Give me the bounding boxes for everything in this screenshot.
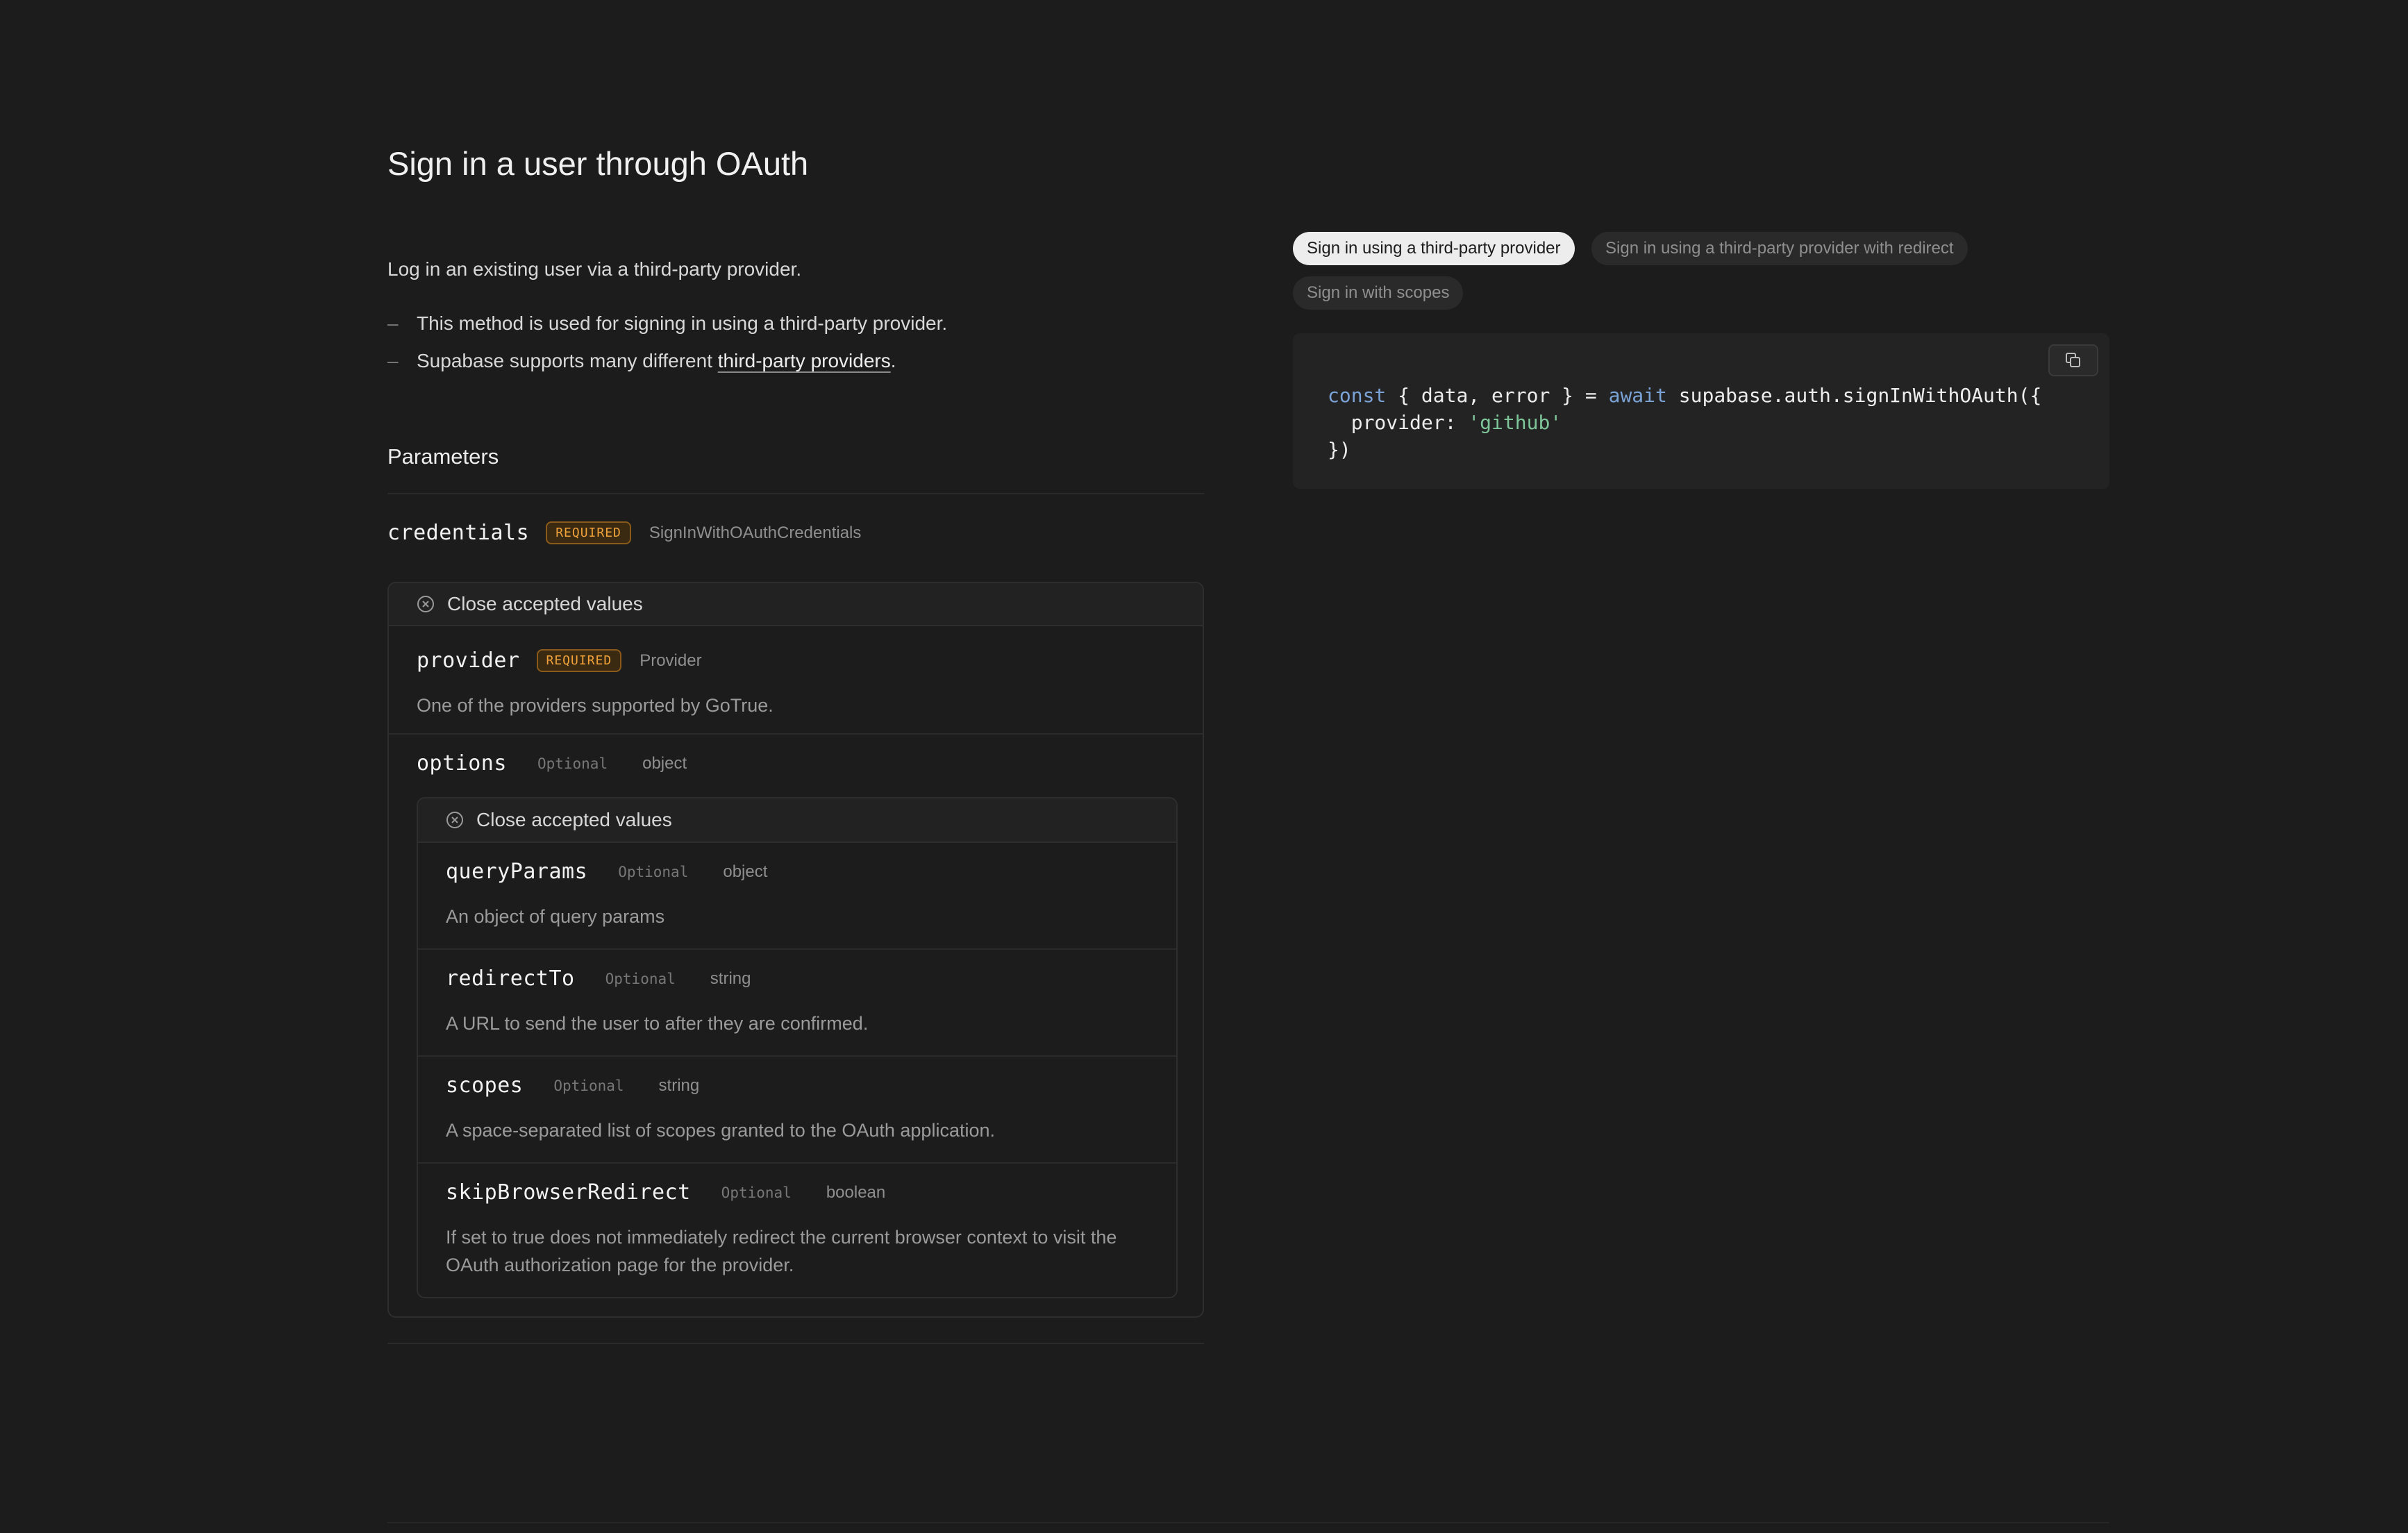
param-type: object — [723, 862, 768, 881]
param-queryParams: queryParams Optional object An object of… — [418, 843, 1176, 950]
param-header: queryParams Optional object — [446, 860, 767, 884]
close-circle-icon — [417, 596, 434, 612]
close-accepted-values-label: Close accepted values — [447, 593, 643, 614]
options-accepted-values: Close accepted values queryParams Option… — [417, 797, 1178, 1298]
param-description: An object of query params — [446, 906, 665, 927]
code-text: { data, error } = — [1386, 384, 1609, 407]
note-text: Supabase supports many different — [417, 350, 718, 371]
param-description: One of the providers supported by GoTrue… — [417, 695, 774, 716]
third-party-providers-link[interactable]: third-party providers — [718, 350, 891, 371]
param-name: credentials — [387, 521, 530, 545]
required-badge: REQUIRED — [546, 521, 631, 544]
required-badge: REQUIRED — [536, 649, 622, 672]
optional-badge: Optional — [553, 1077, 624, 1094]
tab-third-party-provider-redirect[interactable]: Sign in using a third-party provider wit… — [1591, 232, 1968, 265]
bullet-dash: – — [387, 350, 399, 371]
close-accepted-values-button[interactable]: Close accepted values — [389, 583, 1203, 626]
param-name: options — [417, 751, 507, 776]
param-description: A space-separated list of scopes granted… — [446, 1120, 995, 1141]
param-description: A URL to send the user to after they are… — [446, 1013, 869, 1034]
code-text: provider: — [1328, 411, 1469, 434]
optional-badge: Optional — [721, 1184, 792, 1201]
list-item: – This method is used for signing in usi… — [387, 307, 947, 344]
close-accepted-values-label: Close accepted values — [476, 809, 672, 830]
note-text: This method is used for signing in using… — [417, 312, 948, 334]
param-header: redirectTo Optional string — [446, 966, 751, 991]
code-text: supabase.auth.signInWithOAuth({ — [1666, 384, 2042, 407]
note-text-suffix: . — [890, 350, 896, 371]
param-header: options Optional object — [417, 751, 687, 776]
divider — [387, 493, 1204, 494]
tab-sign-in-with-scopes[interactable]: Sign in with scopes — [1293, 276, 1464, 310]
param-type: Provider — [639, 651, 702, 670]
param-type: SignInWithOAuthCredentials — [649, 523, 862, 542]
code-keyword: const — [1328, 384, 1387, 407]
tab-third-party-provider[interactable]: Sign in using a third-party provider — [1293, 232, 1575, 265]
param-type: boolean — [826, 1182, 886, 1202]
parameters-heading: Parameters — [387, 444, 499, 469]
code-string: 'github' — [1468, 411, 1562, 434]
param-name: scopes — [446, 1073, 524, 1098]
param-provider: provider REQUIRED Provider One of the pr… — [389, 626, 1203, 735]
bullet-dash: – — [387, 312, 399, 334]
param-type: string — [710, 969, 751, 988]
param-redirectTo: redirectTo Optional string A URL to send… — [418, 950, 1176, 1057]
code-example: const { data, error } = await supabase.a… — [1293, 333, 2109, 489]
code-block: const { data, error } = await supabase.a… — [1328, 382, 2041, 463]
intro-text: Log in an existing user via a third-part… — [387, 258, 802, 280]
optional-badge: Optional — [618, 863, 689, 880]
footer-divider — [387, 1522, 2109, 1523]
param-name: redirectTo — [446, 966, 575, 991]
param-name: queryParams — [446, 860, 588, 884]
copy-icon — [2066, 353, 2080, 367]
param-header: provider REQUIRED Provider — [417, 648, 702, 673]
optional-badge: Optional — [537, 755, 608, 772]
param-type: string — [658, 1075, 700, 1095]
copy-button[interactable] — [2048, 344, 2098, 376]
page-title: Sign in a user through OAuth — [387, 145, 809, 182]
param-description: If set to true does not immediately redi… — [446, 1227, 1117, 1275]
credentials-accepted-values: Close accepted values provider REQUIRED … — [387, 582, 1204, 1318]
param-name: skipBrowserRedirect — [446, 1180, 691, 1205]
param-name: provider — [417, 648, 520, 673]
code-text: }) — [1328, 438, 1351, 461]
param-header: skipBrowserRedirect Optional boolean — [446, 1180, 885, 1205]
param-header: scopes Optional string — [446, 1073, 699, 1098]
close-circle-icon — [446, 812, 463, 828]
divider — [387, 1343, 1204, 1344]
list-item: – Supabase supports many different third… — [387, 344, 947, 382]
param-scopes: scopes Optional string A space-separated… — [418, 1057, 1176, 1164]
param-options: options Optional object Close accepted v… — [389, 735, 1203, 1316]
code-keyword: await — [1608, 384, 1667, 407]
optional-badge: Optional — [605, 970, 676, 987]
param-credentials: credentials REQUIRED SignInWithOAuthCred… — [387, 521, 861, 545]
param-skipBrowserRedirect: skipBrowserRedirect Optional boolean If … — [418, 1164, 1176, 1300]
param-type: object — [642, 753, 687, 773]
notes-list: – This method is used for signing in usi… — [387, 307, 947, 382]
close-accepted-values-button[interactable]: Close accepted values — [418, 798, 1176, 843]
